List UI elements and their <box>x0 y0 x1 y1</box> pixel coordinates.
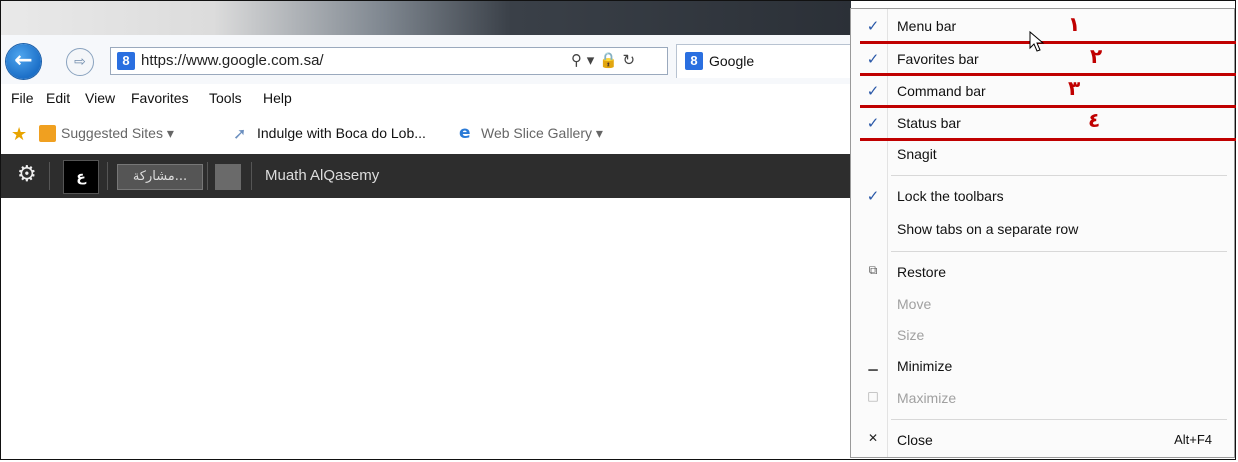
checkmark-icon: ✓ <box>866 114 880 132</box>
menu-item-label: Menu bar <box>897 18 957 34</box>
annotation-underline <box>860 138 1236 141</box>
google-favicon-icon: 8 <box>685 52 703 70</box>
command-bar-divider <box>251 162 252 190</box>
menu-item-status-bar[interactable]: ✓ Status bar <box>851 110 1234 140</box>
restore-icon: ⧉ <box>868 263 878 277</box>
search-lock-refresh-icons[interactable]: ⚲ ▾ 🔒 ↻ <box>571 51 635 69</box>
tab-google[interactable]: 8 Google <box>676 44 852 78</box>
annotation-number: ٤ <box>1088 108 1101 132</box>
checkmark-icon: ✓ <box>866 17 880 35</box>
menu-item-label: Lock the toolbars <box>897 188 1004 204</box>
command-bar-divider <box>49 162 50 190</box>
menu-item-label: Favorites bar <box>897 51 979 67</box>
favorites-boca-link[interactable]: Indulge with Boca do Lob... <box>257 125 426 141</box>
forward-button[interactable]: ⇨ <box>66 48 94 76</box>
favorites-bar: ★ Suggested Sites ▾ ➚ Indulge with Boca … <box>1 114 851 154</box>
annotation-number: ١ <box>1068 12 1081 36</box>
annotation-underline <box>860 41 1236 44</box>
checkmark-icon: ✓ <box>866 82 880 100</box>
address-input[interactable]: 8 https://www.google.com.sa/ ⚲ ▾ 🔒 ↻ <box>110 47 668 75</box>
avatar[interactable] <box>215 164 241 190</box>
annotation-number: ٣ <box>1068 76 1081 100</box>
menu-view[interactable]: View <box>85 90 115 106</box>
url-text: https://www.google.com.sa/ <box>141 52 324 69</box>
menu-item-label: Snagit <box>897 146 937 162</box>
favorites-web-slice-gallery[interactable]: Web Slice Gallery ▾ <box>481 125 603 142</box>
share-button[interactable]: مشاركة... <box>117 164 203 190</box>
boca-link-icon: ➚ <box>233 124 247 143</box>
maximize-icon: □ <box>867 389 879 403</box>
menu-item-label: Maximize <box>897 390 957 406</box>
menu-item-label: Restore <box>897 264 947 280</box>
minimize-icon: ▁ <box>868 357 878 371</box>
site-logo-icon[interactable]: ع <box>63 160 99 194</box>
menu-item-restore[interactable]: ⧉ Restore <box>851 259 1234 289</box>
menu-item-label: Show tabs on a separate row <box>897 221 1079 237</box>
user-name[interactable]: Muath AlQasemy <box>265 167 379 184</box>
menu-item-close[interactable]: ✕ Close Alt+F4 <box>851 427 1234 457</box>
menu-item-label: Close <box>897 432 933 448</box>
menu-bar: File Edit View Favorites Tools Help <box>1 84 851 114</box>
menu-file[interactable]: File <box>11 90 34 106</box>
menu-separator <box>891 175 1227 176</box>
menu-item-command-bar[interactable]: ✓ Command bar <box>851 78 1234 108</box>
command-bar-divider <box>207 162 208 190</box>
menu-item-maximize: □ Maximize <box>851 385 1234 415</box>
menu-separator <box>891 251 1227 252</box>
checkmark-icon: ✓ <box>866 50 880 68</box>
menu-item-label: Minimize <box>897 358 953 374</box>
tab-title: Google <box>709 53 755 69</box>
ie-icon: e <box>459 123 471 143</box>
menu-item-label: Move <box>897 296 932 312</box>
bing-icon <box>39 125 56 142</box>
gear-icon[interactable]: ⚙ <box>17 162 37 187</box>
menu-item-move: Move <box>851 291 1234 321</box>
close-icon: ✕ <box>867 431 879 445</box>
annotation-number: ٢ <box>1090 44 1103 68</box>
back-button[interactable]: ← <box>6 44 41 79</box>
annotation-underline <box>860 73 1236 76</box>
menu-edit[interactable]: Edit <box>46 90 70 106</box>
mouse-cursor-icon <box>1029 30 1045 52</box>
menu-item-label: Size <box>897 327 925 343</box>
annotation-underline <box>860 105 1236 108</box>
menu-separator <box>891 419 1227 420</box>
menu-tools[interactable]: Tools <box>209 90 242 106</box>
menu-item-shortcut: Alt+F4 <box>1174 432 1212 447</box>
google-favicon-icon: 8 <box>117 52 135 70</box>
favorites-star-icon[interactable]: ★ <box>11 124 27 145</box>
command-bar-divider <box>107 162 108 190</box>
window-title-bar <box>1 1 851 35</box>
menu-item-size: Size <box>851 322 1234 352</box>
command-bar: ⚙ ع مشاركة... Muath AlQasemy <box>1 154 851 198</box>
menu-item-tabs-separate-row[interactable]: Show tabs on a separate row <box>851 216 1234 246</box>
favorites-suggested-sites[interactable]: Suggested Sites ▾ <box>61 125 174 142</box>
menu-help[interactable]: Help <box>263 90 292 106</box>
checkmark-icon: ✓ <box>866 187 880 205</box>
menu-item-minimize[interactable]: ▁ Minimize <box>851 353 1234 383</box>
menu-item-label: Command bar <box>897 83 986 99</box>
menu-item-lock-toolbars[interactable]: ✓ Lock the toolbars <box>851 183 1234 213</box>
menu-item-label: Status bar <box>897 115 961 131</box>
menu-favorites[interactable]: Favorites <box>131 90 189 106</box>
menu-item-snagit[interactable]: Snagit <box>851 141 1234 171</box>
